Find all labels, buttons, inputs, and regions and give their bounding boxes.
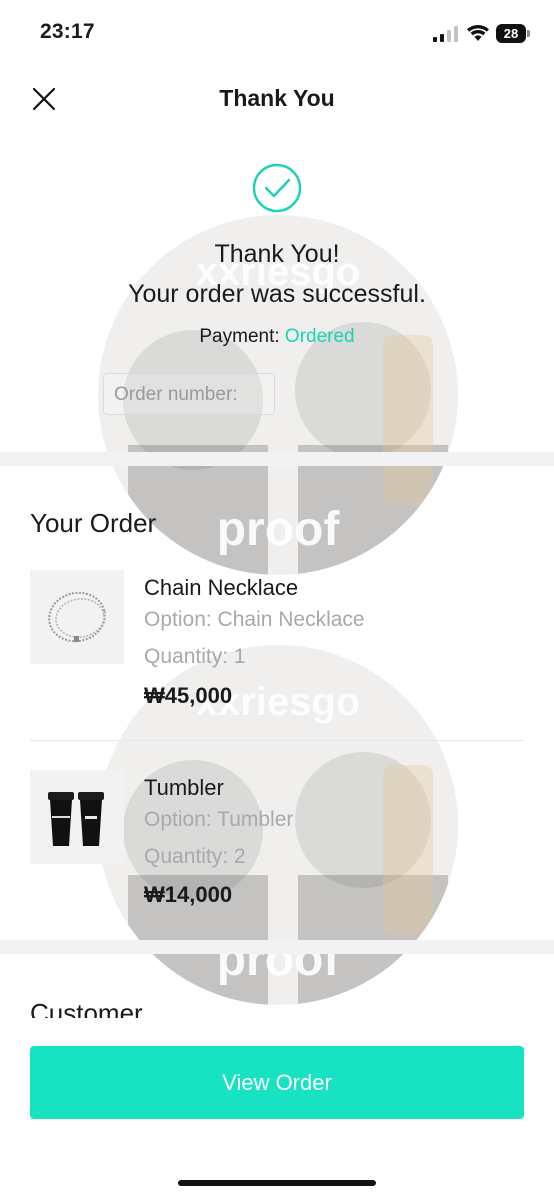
product-price: ₩45,000 <box>144 683 233 708</box>
status-time: 23:17 <box>40 20 95 43</box>
product-option: Option: Tumbler <box>144 808 294 831</box>
battery-icon: 28 <box>496 24 530 43</box>
product-price: ₩14,000 <box>144 882 233 907</box>
necklace-image[interactable] <box>30 570 124 664</box>
battery-level: 28 <box>496 24 526 43</box>
your-order-heading: Your Order <box>30 508 157 538</box>
order-success-message: Your order was successful. <box>128 280 426 308</box>
product-quantity: Quantity: 2 <box>144 845 246 868</box>
status-bar: 23:17 28 <box>0 0 554 66</box>
product-name: Chain Necklace <box>144 575 299 600</box>
payment-status-row: Payment: Ordered <box>0 326 554 348</box>
item-divider <box>30 740 524 741</box>
nav-header: Thank You <box>0 66 554 130</box>
success-check-icon <box>252 163 302 213</box>
order-number-field[interactable]: Order number: <box>103 373 275 415</box>
thank-you-heading: Thank You! <box>214 240 340 268</box>
product-name: Tumbler <box>144 775 224 800</box>
payment-label: Payment: <box>199 326 280 347</box>
bottom-action-bar: View Order <box>0 1018 554 1200</box>
cellular-signal-icon <box>433 26 458 42</box>
customer-heading: Customer <box>30 998 143 1020</box>
home-indicator[interactable] <box>178 1180 376 1186</box>
product-option: Option: Chain Necklace <box>144 608 365 631</box>
payment-status-value: Ordered <box>284 326 355 347</box>
view-order-button[interactable]: View Order <box>30 1046 524 1119</box>
product-quantity: Quantity: 1 <box>144 645 246 668</box>
tumbler-image[interactable] <box>30 770 124 864</box>
section-divider <box>0 452 554 466</box>
watermark-text: proof <box>217 503 341 556</box>
page-title: Thank You <box>219 85 335 111</box>
section-divider <box>0 940 554 954</box>
wifi-icon <box>467 24 489 41</box>
